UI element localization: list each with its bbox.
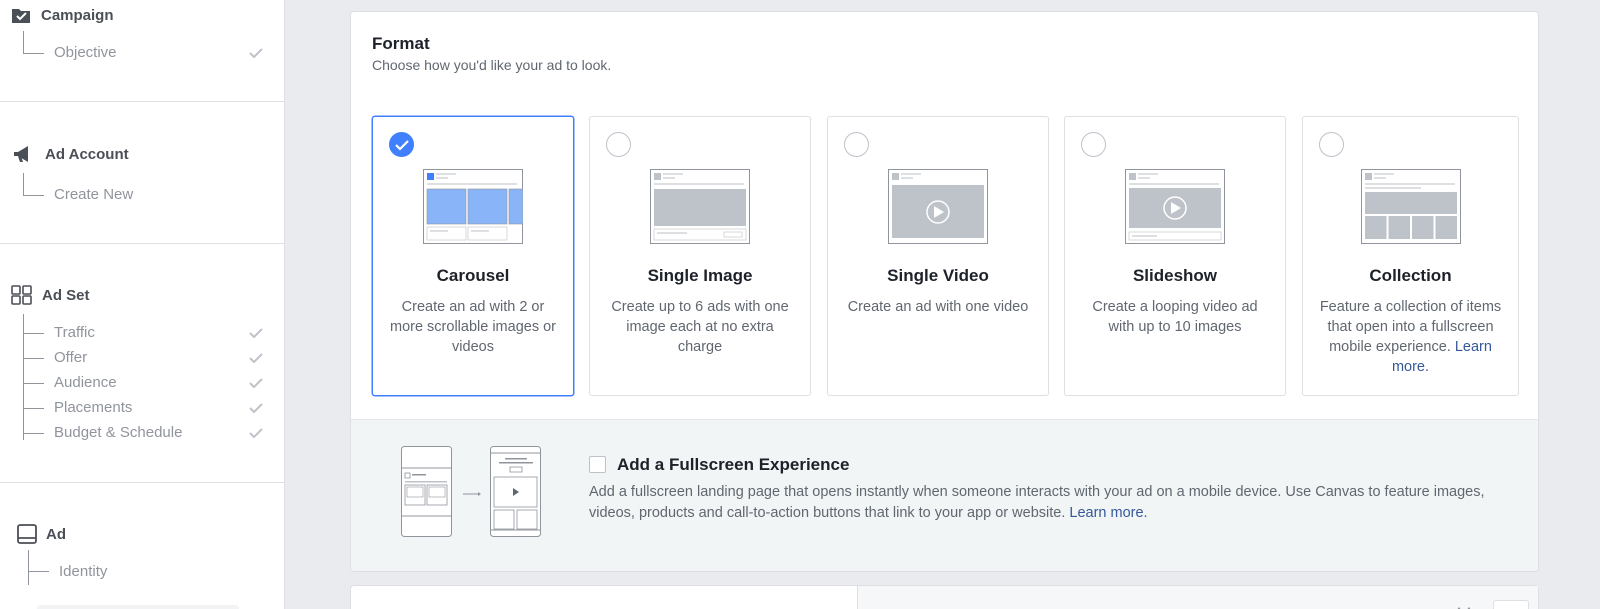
tree-line — [23, 408, 44, 409]
radio-single-video[interactable] — [844, 132, 869, 157]
card-title-collection: Collection — [1369, 266, 1452, 285]
tree-line — [28, 550, 29, 585]
card-desc-slideshow: Create a looping video ad with up to 10 … — [1092, 299, 1258, 335]
next-panel — [350, 585, 1539, 609]
check-icon — [249, 403, 263, 414]
megaphone-icon — [14, 146, 28, 162]
sidebar-item-budget-schedule[interactable]: Budget & Schedule — [54, 424, 182, 441]
tree-line — [28, 571, 49, 572]
tree-line — [23, 383, 44, 384]
tablet-icon — [17, 524, 37, 544]
sidebar-item-audience[interactable]: Audience — [54, 374, 117, 391]
check-icon — [249, 353, 263, 364]
card-desc-single-video: Create an ad with one video — [847, 299, 1029, 315]
radio-slideshow[interactable] — [1081, 132, 1106, 157]
sidebar-divider — [0, 243, 284, 244]
fullscreen-experience-section: Add a Fullscreen Experience Add a fullsc… — [351, 419, 1538, 571]
single-video-illustration-icon — [888, 169, 988, 244]
sidebar-divider — [0, 101, 284, 102]
card-desc-collection: Feature a collection of items that open … — [1317, 297, 1504, 377]
sidebar-ad-title: Ad — [46, 525, 66, 543]
sidebar-campaign-header[interactable]: Campaign — [11, 6, 114, 24]
carousel-illustration-icon — [423, 169, 523, 244]
collection-illustration-icon — [1360, 169, 1461, 244]
format-card-single-video[interactable]: Single Video Create an ad with one video — [827, 116, 1049, 396]
sidebar-item-objective[interactable]: Objective — [54, 44, 117, 61]
sidebar-item-identity[interactable]: Identity — [59, 563, 107, 580]
radio-carousel[interactable] — [389, 132, 414, 157]
sidebar-ad-account-title: Ad Account — [45, 145, 129, 163]
fullscreen-experience-title: Add a Fullscreen Experience — [617, 455, 850, 474]
sidebar-campaign-title: Campaign — [41, 6, 114, 24]
fullscreen-illustration-icon — [401, 446, 541, 537]
sidebar-ad-set-title: Ad Set — [42, 286, 90, 304]
sidebar-ad-account-header[interactable]: Ad Account — [12, 144, 129, 164]
format-card-slideshow[interactable]: Slideshow Create a looping video ad with… — [1064, 116, 1286, 396]
card-desc-carousel: Create an ad with 2 or more scrollable i… — [389, 299, 556, 355]
sidebar-divider — [0, 482, 284, 483]
fullscreen-experience-desc-text: Add a fullscreen landing page that opens… — [589, 484, 1485, 521]
folder-check-icon — [12, 9, 30, 23]
sidebar: Campaign Objective Ad Account Create New… — [0, 0, 285, 609]
check-icon — [249, 48, 263, 59]
tree-line — [23, 31, 24, 53]
fullscreen-experience-desc: Add a fullscreen landing page that opens… — [589, 482, 1489, 523]
tree-line — [23, 195, 44, 196]
card-title-slideshow: Slideshow — [1132, 266, 1218, 285]
card-desc-single-image: Create up to 6 ads with one image each a… — [611, 299, 789, 355]
fullscreen-learn-more-link[interactable]: Learn more. — [1069, 505, 1147, 521]
sidebar-item-placements[interactable]: Placements — [54, 399, 132, 416]
grid-icon — [11, 285, 32, 305]
sidebar-ad-set-header[interactable]: Ad Set — [11, 285, 90, 305]
sidebar-ad-header[interactable]: Ad — [17, 524, 66, 544]
sidebar-item-create-new[interactable]: Create New — [54, 186, 133, 203]
preview-button[interactable] — [1493, 600, 1529, 609]
sidebar-item-traffic[interactable]: Traffic — [54, 324, 95, 341]
slideshow-illustration-icon — [1125, 169, 1225, 244]
sidebar-next-item — [37, 605, 239, 609]
tree-line — [23, 53, 44, 54]
format-panel: Format Choose how you'd like your ad to … — [350, 11, 1539, 572]
check-icon — [249, 328, 263, 339]
preview-area — [858, 586, 1538, 609]
card-title-carousel: Carousel — [436, 266, 510, 285]
format-subtitle: Choose how you'd like your ad to look. — [372, 57, 612, 73]
format-card-single-image[interactable]: Single Image Create up to 6 ads with one… — [589, 116, 811, 396]
check-icon — [249, 428, 263, 439]
sidebar-item-offer[interactable]: Offer — [54, 349, 87, 366]
tree-line — [23, 358, 44, 359]
radio-collection[interactable] — [1319, 132, 1344, 157]
format-card-carousel[interactable]: Carousel Create an ad with 2 or more scr… — [372, 116, 574, 396]
check-icon — [249, 378, 263, 389]
format-title: Format — [372, 34, 430, 53]
format-card-collection[interactable]: Collection Feature a collection of items… — [1302, 116, 1519, 396]
card-title-single-video: Single Video — [887, 266, 989, 285]
single-image-illustration-icon — [650, 169, 750, 244]
tree-line — [23, 333, 44, 334]
checkmark-icon — [395, 140, 409, 151]
tree-line — [23, 173, 24, 195]
tree-line — [23, 433, 44, 434]
fullscreen-experience-checkbox[interactable] — [589, 456, 606, 473]
card-title-single-image: Single Image — [647, 266, 753, 285]
radio-single-image[interactable] — [606, 132, 631, 157]
